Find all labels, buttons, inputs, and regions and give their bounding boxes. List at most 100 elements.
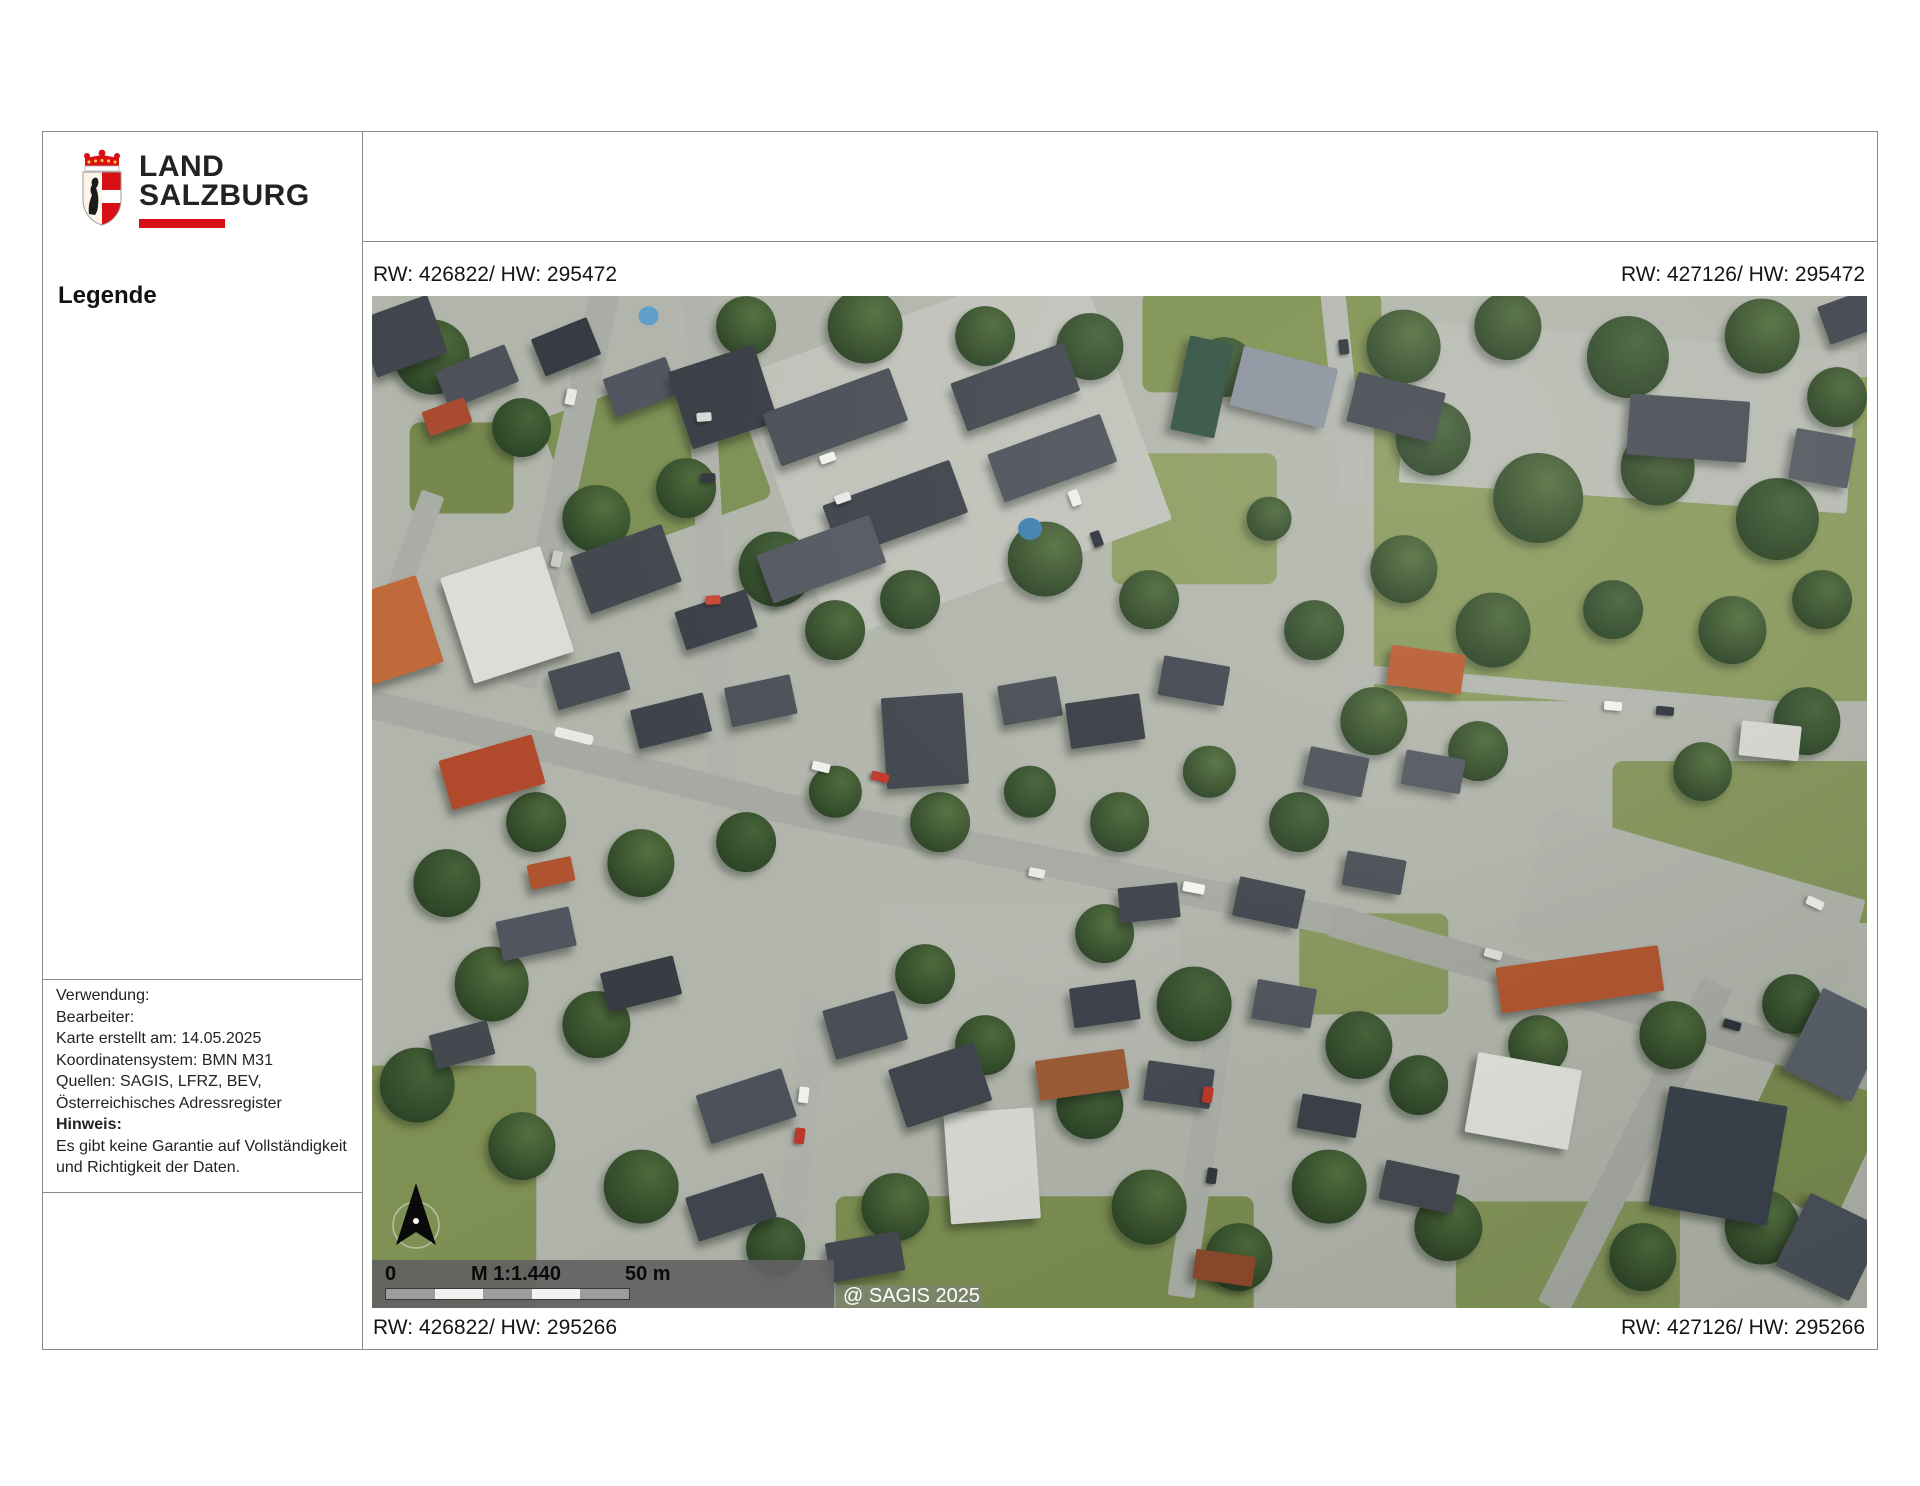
sidebar-divider — [43, 979, 362, 980]
map-feature-tree — [1673, 742, 1733, 802]
map-feature-car — [705, 595, 721, 605]
map-feature-bldg — [428, 1020, 495, 1070]
map-feature-tree — [1370, 535, 1437, 603]
hinweis-line: und Richtigkeit der Daten. — [56, 1157, 356, 1179]
map-feature-tree — [955, 307, 1015, 367]
map-feature-tree — [492, 398, 552, 458]
coordinates-bottom-row: RW: 426822/ HW: 295266 RW: 427126/ HW: 2… — [373, 1316, 1865, 1340]
map-feature-tree — [1807, 367, 1867, 427]
map-feature-bldg — [547, 651, 630, 711]
info-line: Karte erstellt am: 14.05.2025 — [56, 1028, 356, 1050]
map-feature-tree — [413, 849, 480, 917]
hinweis-label: Hinweis: — [56, 1114, 356, 1136]
map-feature-tree — [656, 458, 716, 518]
legend-title: Legende — [58, 282, 157, 310]
coord-top-left: RW: 426822/ HW: 295472 — [373, 263, 617, 287]
scale-bar-segment — [386, 1289, 435, 1299]
map-feature-car — [1656, 706, 1675, 717]
north-arrow-icon — [392, 1181, 440, 1251]
map-feature-bldg — [1626, 393, 1750, 462]
map-feature-tree — [1725, 299, 1800, 374]
scale-zero-label: 0 — [385, 1263, 396, 1286]
map-info-block: Verwendung: Bearbeiter: Karte erstellt a… — [56, 985, 356, 1179]
map-feature-tree — [1004, 766, 1056, 819]
map-feature-tree — [1366, 309, 1441, 384]
map-feature-tree — [1475, 296, 1542, 360]
map-feature-bldg — [372, 575, 444, 685]
map-feature-tree — [716, 813, 776, 873]
info-line: Koordinatensystem: BMN M31 — [56, 1050, 356, 1072]
sidebar: LAND SALZBURG Legende Verwendung: Bearbe… — [43, 132, 363, 1349]
map-feature-bldg — [1232, 876, 1306, 930]
logo-line1: LAND — [139, 152, 310, 181]
aerial-map-image: 0 M 1:1.440 50 m @ SAGIS 2025 — [372, 296, 1867, 1308]
map-feature-bldg — [496, 906, 578, 961]
logo-line2: SALZBURG — [139, 181, 310, 210]
info-line: Verwendung: — [56, 985, 356, 1007]
map-feature-bldg — [600, 955, 682, 1012]
map-feature-tree — [1456, 593, 1531, 668]
logo-underline — [139, 219, 225, 228]
map-feature-tree — [1284, 600, 1344, 660]
map-feature-bldg — [724, 674, 798, 728]
map-feature-tree — [1291, 1149, 1366, 1224]
map-feature-tree — [1090, 792, 1150, 852]
map-feature-car — [1338, 339, 1350, 355]
map-feature-tree — [809, 766, 861, 819]
logo-text: LAND SALZBURG — [139, 148, 310, 228]
map-feature-bldg — [695, 1068, 796, 1144]
map-feature-pool — [1018, 518, 1042, 540]
map-attribution: @ SAGIS 2025 — [834, 1285, 982, 1308]
map-feature-bldg — [1064, 693, 1144, 748]
coord-top-right: RW: 427126/ HW: 295472 — [1621, 263, 1865, 287]
map-feature-tree — [1183, 745, 1235, 798]
page: { "header": { "logo_line1": "LAND", "log… — [0, 0, 1920, 1486]
map-feature-tree — [1119, 570, 1179, 630]
map-feature-bldg — [997, 676, 1063, 726]
map-feature-car — [696, 412, 712, 422]
salzburg-coat-of-arms-icon — [79, 148, 125, 226]
map-feature-tree — [1389, 1056, 1449, 1116]
map-feature-bldg — [1158, 655, 1231, 707]
map-feature-bldg — [630, 692, 712, 749]
map-feature-bldg — [1465, 1052, 1582, 1150]
map-feature-tree — [1157, 967, 1232, 1042]
map-feature-tree — [1340, 687, 1407, 755]
info-line: Quellen: SAGIS, LFRZ, BEV, — [56, 1071, 356, 1093]
map-feature-bldg — [1251, 979, 1317, 1029]
map-feature-tree — [1792, 570, 1852, 630]
map-panel-topline — [363, 241, 1877, 242]
map-feature-bldg — [1118, 882, 1181, 923]
coord-bottom-right: RW: 427126/ HW: 295266 — [1621, 1316, 1865, 1340]
map-feature-tree — [895, 944, 955, 1004]
map-feature-bldg — [1341, 850, 1406, 895]
land-salzburg-logo: LAND SALZBURG — [79, 148, 310, 228]
scale-bar — [385, 1288, 630, 1300]
map-feature-tree — [1493, 453, 1583, 543]
map-feature-tree — [488, 1112, 555, 1180]
map-feature-tree — [604, 1149, 679, 1224]
map-feature-bldg — [1788, 428, 1856, 488]
info-line: Bearbeiter: — [56, 1007, 356, 1029]
sidebar-divider — [43, 1192, 362, 1193]
map-feature-car — [793, 1127, 805, 1144]
map-feature-tree — [1269, 792, 1329, 852]
scale-distance-label: 50 m — [625, 1263, 671, 1286]
map-feature-tree — [1639, 1001, 1706, 1069]
map-feature-bldg — [881, 693, 969, 790]
hinweis-line: Es gibt keine Garantie auf Vollständigke… — [56, 1136, 356, 1158]
map-feature-car — [1206, 1168, 1219, 1185]
info-line: Österreichisches Adressregister — [56, 1093, 356, 1115]
scale-bar-segment — [483, 1289, 532, 1299]
map-feature-bldg — [527, 856, 576, 890]
map-feature-tree — [607, 829, 674, 897]
map-feature-bldg — [944, 1108, 1041, 1225]
map-feature-tree — [806, 600, 866, 660]
map-feature-car — [1604, 701, 1623, 712]
map-feature-bldg — [1648, 1086, 1787, 1226]
map-feature-tree — [1699, 596, 1766, 664]
map-feature-bldg — [1303, 746, 1370, 798]
print-frame: LAND SALZBURG Legende Verwendung: Bearbe… — [42, 131, 1878, 1350]
map-feature-tree — [1112, 1169, 1187, 1244]
map-feature-tree — [1583, 580, 1643, 640]
